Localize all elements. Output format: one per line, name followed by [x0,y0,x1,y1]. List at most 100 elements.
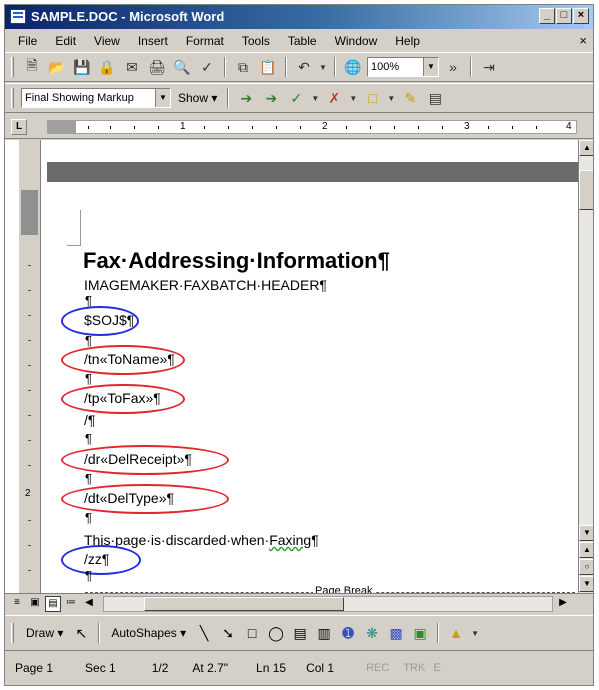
web-layout-icon[interactable]: ▣ [27,596,43,612]
delreceipt-field[interactable]: /dr«DelReceipt»¶ [84,451,192,467]
chevron-down-icon[interactable]: ▼ [423,58,438,76]
minimize-button[interactable]: _ [539,8,555,24]
previous-change-icon[interactable]: ➔ [235,87,257,109]
zoom-combo[interactable]: 100% ▼ [367,57,439,77]
insert-comment-icon[interactable]: □ [361,87,383,109]
email-icon[interactable]: ✉ [121,56,143,78]
discard-note[interactable]: This·page·is·discarded·when·Faxing¶ [84,532,319,548]
menu-file[interactable]: File [9,34,46,48]
toolbar-grip[interactable] [11,88,14,108]
status-column: Col 1 [306,661,335,675]
undo-icon[interactable]: ↶ [293,56,315,78]
print-preview-icon[interactable]: 🔍 [171,56,193,78]
copy-icon[interactable]: ⧉ [232,56,254,78]
page-break-label: Page Break [313,585,375,593]
vertical-ruler[interactable]: 2 [19,140,41,593]
vertical-text-box-icon[interactable]: ▥ [314,623,334,643]
menu-insert[interactable]: Insert [129,34,177,48]
line-icon[interactable]: ╲ [194,623,214,643]
show-markup-menu[interactable]: Show ▾ [174,91,221,105]
menu-help[interactable]: Help [386,34,429,48]
paste-icon[interactable]: 📋 [257,56,279,78]
insert-hyperlink-icon[interactable]: 🌐 [342,56,364,78]
undo-dropdown-icon[interactable]: ▼ [318,56,328,78]
autoshapes-menu[interactable]: AutoShapes ▾ [107,626,190,640]
vertical-scrollbar[interactable]: ▲ ▼ ▲ ○ ▼ [578,140,593,593]
document-subheading[interactable]: IMAGEMAKER·FAXBATCH·HEADER¶ [84,277,327,293]
menu-format[interactable]: Format [177,34,233,48]
spelling-icon[interactable]: ✓ [196,56,218,78]
horizontal-ruler[interactable]: L 1 2 3 4 [5,115,593,139]
zz-field[interactable]: /zz¶ [84,551,109,567]
print-icon[interactable]: 🖨 [146,56,168,78]
arrow-icon[interactable]: ➘ [218,623,238,643]
normal-view-icon[interactable]: ≡ [9,596,25,612]
browse-object-button[interactable]: ○ [579,559,593,575]
toolbar-options-icon[interactable]: » [442,56,464,78]
scroll-left-button[interactable]: ◀ [81,596,97,612]
ruler-strip[interactable]: 1 2 3 4 [47,120,577,134]
open-folder-icon[interactable]: 📂 [46,56,68,78]
tofax-field[interactable]: /tp«ToFax»¶ [84,390,161,406]
menu-tools[interactable]: Tools [233,34,279,48]
outline-view-icon[interactable]: ≔ [63,596,79,612]
select-objects-icon[interactable]: ↖ [71,623,91,643]
toolbar-grip[interactable] [11,57,14,77]
status-extend-selection[interactable]: E [429,662,444,674]
markup-mode-select[interactable]: Final Showing Markup ▼ [21,88,171,108]
fill-color-dropdown-icon[interactable]: ▼ [470,622,480,644]
deltype-field[interactable]: /dt«DelType»¶ [84,490,174,506]
reject-change-icon[interactable]: ✗ [323,87,345,109]
reviewing-pane-icon[interactable]: ▤ [424,87,446,109]
clip-art-icon[interactable]: ▩ [386,623,406,643]
document-heading[interactable]: Fax·Addressing·Information¶ [83,248,390,274]
oval-icon[interactable]: ◯ [266,623,286,643]
draw-menu[interactable]: Draw ▾ [22,626,67,640]
menu-window[interactable]: Window [326,34,387,48]
accept-change-icon[interactable]: ✓ [285,87,307,109]
status-record-macro[interactable]: REC [344,662,399,674]
maximize-button[interactable]: □ [556,8,572,24]
insert-picture-icon[interactable]: ▣ [410,623,430,643]
scroll-thumb[interactable] [579,170,593,210]
status-page: Page 1 [15,661,54,675]
previous-page-button[interactable]: ▲ [579,542,593,558]
close-button[interactable]: × [573,8,589,24]
menu-view[interactable]: View [85,34,129,48]
text-box-icon[interactable]: ▤ [290,623,310,643]
dropdown-icon[interactable]: ▼ [310,87,320,109]
tab-selector-button[interactable]: L [11,119,27,135]
toname-field[interactable]: /tn«ToName»¶ [84,351,175,367]
indent-icon[interactable]: ⇥ [478,56,500,78]
document-close-button[interactable]: × [579,33,587,48]
horizontal-scrollbar[interactable] [103,595,553,612]
track-changes-icon[interactable]: ✎ [399,87,421,109]
rectangle-icon[interactable]: □ [242,623,262,643]
scroll-up-button[interactable]: ▲ [579,140,593,156]
save-icon[interactable]: 💾 [71,56,93,78]
permission-icon[interactable]: 🔒 [96,56,118,78]
soj-field[interactable]: $SOJ$¶ [84,312,134,328]
next-page-button[interactable]: ▼ [579,576,593,592]
menu-table[interactable]: Table [279,34,326,48]
chevron-down-icon[interactable]: ▼ [155,89,170,107]
horizontal-scroll-thumb[interactable] [144,596,344,611]
diagram-icon[interactable]: ❋ [362,623,382,643]
new-document-icon[interactable]: 🗎 [21,56,43,78]
fill-color-icon[interactable]: ▲ [446,623,466,643]
word-document-icon[interactable] [10,9,26,24]
status-track-changes[interactable]: TRK [399,662,429,674]
spelling-flagged-word[interactable]: Faxing [269,532,311,548]
print-layout-icon[interactable]: ▤ [45,595,61,612]
dropdown-icon[interactable]: ▼ [386,87,396,109]
menu-edit[interactable]: Edit [46,34,85,48]
next-change-icon[interactable]: ➔ [260,87,282,109]
discard-suffix: ¶ [311,532,319,548]
document-area[interactable]: 2 Fax·Addressing·Information¶ IMAGEMAKER… [5,140,578,593]
scroll-right-button[interactable]: ▶ [555,596,571,612]
dropdown-icon[interactable]: ▼ [348,87,358,109]
slash-line[interactable]: /¶ [84,412,95,428]
toolbar-grip[interactable] [11,623,14,643]
wordart-icon[interactable]: ➊ [338,623,358,643]
scroll-down-button[interactable]: ▼ [579,525,593,541]
